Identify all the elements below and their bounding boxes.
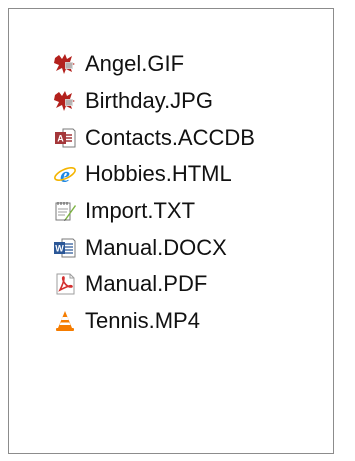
file-item-angel-gif[interactable]: Angel.GIF — [51, 46, 259, 83]
file-list: Angel.GIF Birthday.JPG A Contacts.ACCDB … — [51, 46, 259, 340]
file-item-import-txt[interactable]: Import.TXT — [51, 193, 259, 230]
internet-explorer-icon: e — [51, 160, 79, 188]
image-icon — [51, 87, 79, 115]
file-name: Tennis.MP4 — [85, 308, 200, 334]
svg-text:e: e — [60, 162, 70, 186]
file-name: Birthday.JPG — [85, 88, 213, 114]
text-document-icon — [51, 197, 79, 225]
file-name: Manual.DOCX — [85, 234, 227, 260]
access-database-icon: A — [51, 124, 79, 152]
file-item-manual-pdf[interactable]: Manual.PDF — [51, 266, 259, 303]
file-name: Import.TXT — [85, 198, 196, 224]
file-item-contacts-accdb[interactable]: A Contacts.ACCDB — [51, 119, 259, 156]
file-name: Contacts.ACCDB — [85, 124, 255, 150]
file-item-tennis-mp4[interactable]: Tennis.MP4 — [51, 303, 259, 340]
file-name: Angel.GIF — [85, 51, 185, 77]
image-icon — [51, 50, 79, 78]
svg-text:A: A — [57, 133, 64, 143]
vlc-media-icon — [51, 307, 79, 335]
pdf-document-icon — [51, 270, 79, 298]
file-name: Hobbies.HTML — [85, 161, 232, 187]
file-list-pane: Angel.GIF Birthday.JPG A Contacts.ACCDB … — [8, 8, 334, 454]
file-item-birthday-jpg[interactable]: Birthday.JPG — [51, 83, 259, 120]
file-item-manual-docx[interactable]: W Manual.DOCX — [51, 229, 259, 266]
word-document-icon: W — [51, 234, 79, 262]
svg-text:W: W — [55, 243, 64, 253]
file-item-hobbies-html[interactable]: e Hobbies.HTML — [51, 156, 259, 193]
file-name: Manual.PDF — [85, 271, 208, 297]
